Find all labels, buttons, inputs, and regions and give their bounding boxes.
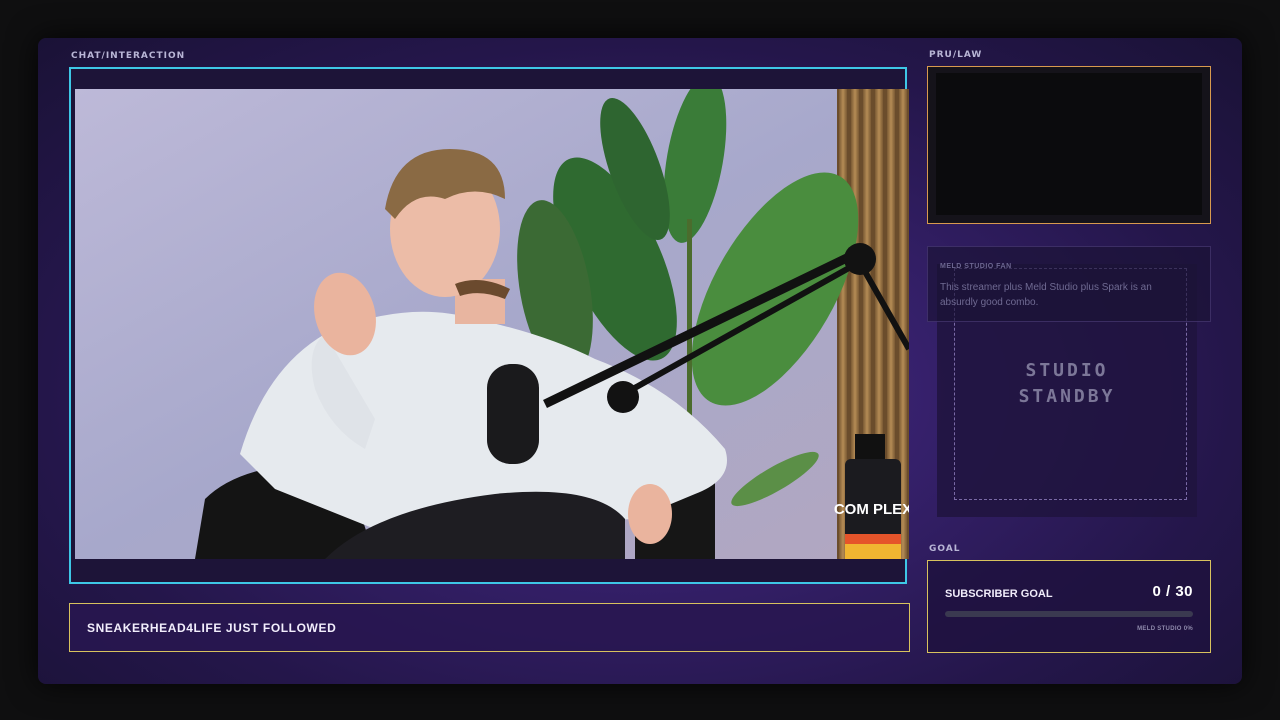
goal-progress-track: [945, 611, 1193, 617]
fan-card-message: This streamer plus Meld Studio plus Spar…: [940, 282, 1152, 308]
goal-title: SUBSCRIBER GOAL: [945, 588, 1053, 600]
standby-line-2: STANDBY: [1018, 386, 1116, 407]
chat-interaction-label: CHAT/INTERACTION: [71, 51, 186, 61]
main-video-feed[interactable]: COM PLEX: [75, 89, 909, 559]
goal-label: GOAL: [929, 544, 961, 554]
follow-alert-text: SNEAKERHEAD4LIFE JUST FOLLOWED: [87, 621, 337, 635]
fan-message-card: MELD STUDIO FAN This streamer plus Meld …: [927, 246, 1211, 322]
camera-box: [927, 66, 1211, 224]
camera-label: PRU/LAW: [929, 50, 983, 60]
main-video-frame: COM PLEX: [69, 67, 909, 584]
standby-line-1: STUDIO: [1025, 360, 1109, 381]
goal-count: 0 / 30: [1152, 583, 1193, 600]
subscriber-goal-widget: SUBSCRIBER GOAL 0 / 30 MELD STUDIO 0%: [927, 560, 1211, 653]
follow-alert: SNEAKERHEAD4LIFE JUST FOLLOWED: [69, 603, 910, 652]
bottle-label: COM PLEX: [834, 501, 909, 518]
standby-text: STUDIO STANDBY: [937, 358, 1197, 410]
stream-overlay: CHAT/INTERACTION PRU/LAW GOAL COM PLEX S…: [38, 38, 1242, 684]
camera-feed[interactable]: [936, 73, 1202, 215]
goal-footer: MELD STUDIO 0%: [1137, 626, 1193, 632]
video-scene: COM PLEX: [75, 89, 909, 559]
fan-card-title: MELD STUDIO FAN: [940, 263, 1012, 270]
